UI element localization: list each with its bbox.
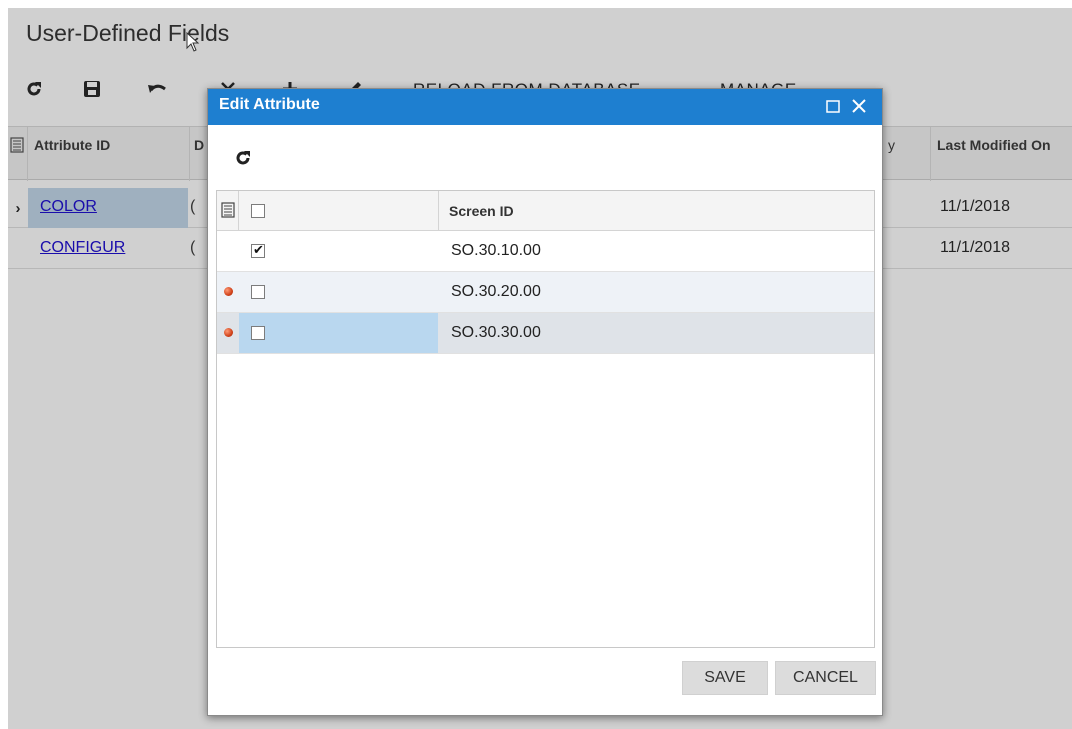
screen-id-cell: SO.30.20.00 [451,283,541,300]
column-header-last-modified[interactable]: Last Modified On [930,127,1072,181]
modified-indicator-icon [224,328,233,337]
screen-id-cell: SO.30.30.00 [451,324,541,341]
column-settings-icon[interactable] [221,202,235,223]
last-modified-cell: 11/1/2018 [940,239,1010,256]
row-selector-arrow-icon: › [15,199,21,217]
checkmark-icon: ✔ [253,242,264,257]
description-cell: ( [190,198,196,215]
column-header-partial[interactable]: y [884,127,932,181]
column-header-attribute-id[interactable]: Attribute ID [28,127,190,181]
table-row[interactable]: SO.30.20.00 [217,272,874,313]
column-header-screen-id[interactable]: Screen ID [449,203,514,219]
attribute-id-link[interactable]: COLOR [28,188,188,228]
column-divider [238,191,239,231]
edit-attribute-dialog: Edit Attribute Screen ID ✔ SO.30.10.00 S… [207,88,883,716]
maximize-icon[interactable] [824,97,844,117]
table-row[interactable]: SO.30.30.00 [217,313,874,354]
last-modified-cell: 11/1/2018 [940,198,1010,215]
select-all-checkbox[interactable] [251,204,265,218]
checkbox-cell[interactable] [239,272,438,312]
checkbox-cell[interactable] [239,231,438,271]
save-button[interactable]: SAVE [682,661,768,695]
attribute-id-link[interactable]: CONFIGUR [28,229,188,269]
dialog-title: Edit Attribute [219,96,320,113]
cancel-button[interactable]: CANCEL [775,661,876,695]
description-cell: ( [190,239,196,256]
checkbox-cell[interactable] [239,313,438,353]
undo-icon[interactable] [147,78,167,100]
refresh-icon[interactable] [234,149,254,169]
dialog-header: Edit Attribute [208,89,882,125]
column-settings-icon[interactable] [8,127,28,181]
row-checkbox[interactable] [251,285,265,299]
screen-id-cell: SO.30.10.00 [451,242,541,259]
refresh-icon[interactable] [24,78,44,100]
grid-header: Screen ID [217,191,874,231]
close-icon[interactable] [850,97,870,117]
row-checkbox-checked[interactable]: ✔ [251,242,265,258]
column-divider [438,191,439,231]
screen-id-grid: Screen ID ✔ SO.30.10.00 SO.30.20.00 SO.3… [216,190,875,648]
mouse-cursor-icon [186,32,200,52]
row-checkbox[interactable] [251,326,265,340]
save-icon[interactable] [82,78,102,100]
table-row[interactable]: ✔ SO.30.10.00 [217,231,874,272]
modified-indicator-icon [224,287,233,296]
